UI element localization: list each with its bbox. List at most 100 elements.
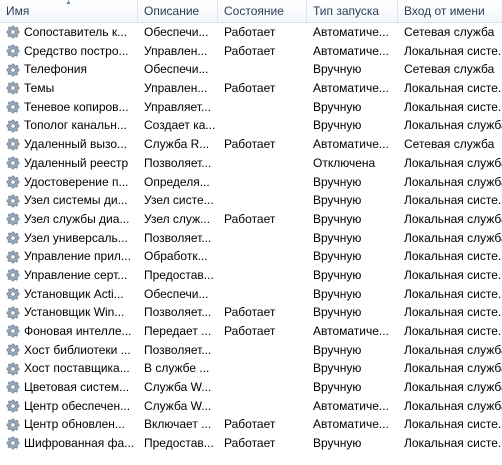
service-login-as: Локальная систе... <box>404 99 502 114</box>
service-name-cell[interactable]: Установщик Acti... <box>0 285 138 304</box>
service-state: Работает <box>224 43 276 58</box>
service-name: Узел службы диа... <box>24 211 130 226</box>
service-name-cell[interactable]: Центр обновлен... <box>0 415 138 434</box>
service-name-cell[interactable]: Средство постро... <box>0 42 138 61</box>
service-row[interactable]: Хост библиотеки ... Позволяет... Вручную Ло… <box>0 341 502 360</box>
service-row[interactable]: Управление серт... Предостав... Вручную Лок… <box>0 266 502 285</box>
service-startup-type: Вручную <box>313 436 362 451</box>
service-name-cell[interactable]: Управление прил... <box>0 247 138 266</box>
service-name-cell[interactable]: Темы <box>0 79 138 98</box>
service-description: В службе ... <box>144 361 210 376</box>
service-state: Работает <box>224 324 276 338</box>
service-name: Средство постро... <box>24 43 129 58</box>
service-name-cell[interactable]: Удостоверение п... <box>0 173 138 192</box>
service-name-cell[interactable]: Цветовая систем... <box>0 378 138 397</box>
service-login-as: Локальная систе... <box>404 249 502 264</box>
gear-service-icon <box>6 436 20 450</box>
service-name-cell[interactable]: Фоновая интелле... <box>0 322 138 341</box>
service-row[interactable]: Сопоставитель к... Обеспечи... Работает Авт… <box>0 23 502 42</box>
gear-service-icon <box>6 324 20 338</box>
service-startup-type: Автоматиче... <box>313 137 389 152</box>
gear-service-icon <box>6 212 20 226</box>
service-row[interactable]: Центр обновлен... Включает ... Работает Авт… <box>0 415 502 434</box>
service-name-cell[interactable]: Узел универсаль... <box>0 229 138 248</box>
service-row[interactable]: Хост поставщика... В службе ... Вручную Лок… <box>0 359 502 378</box>
gear-service-icon <box>6 63 20 77</box>
service-login-as: Локальная систе... <box>404 43 502 58</box>
service-row[interactable]: Телефония Обеспечи... Вручную Сетевая служб… <box>0 60 502 79</box>
gear-service-icon <box>6 362 20 376</box>
service-startup-type: Вручную <box>313 361 362 376</box>
service-name-cell[interactable]: Узел службы диа... <box>0 210 138 229</box>
service-row[interactable]: Шифрованная фа... Предостав... Работает Вру… <box>0 434 502 453</box>
service-row[interactable]: Тополог канальн... Создает ка... Вручную Ло… <box>0 116 502 135</box>
service-description: Передает ... <box>144 324 212 338</box>
service-row[interactable]: Цветовая систем... Служба W... Вручную Лока… <box>0 378 502 397</box>
service-description: Служба R... <box>144 137 210 152</box>
service-row[interactable]: Установщик Acti... Обеспечи... Вручную Лока… <box>0 285 502 304</box>
service-name-cell[interactable]: Центр обеспечен... <box>0 397 138 416</box>
service-name: Сопоставитель к... <box>24 25 128 39</box>
service-state <box>218 116 307 135</box>
service-description: Определя... <box>144 174 210 189</box>
service-row[interactable]: Центр обеспечен... Служба W... Автоматиче.… <box>0 397 502 416</box>
service-row[interactable]: Узел системы ди... Узел систе... Вручную Ло… <box>0 191 502 210</box>
service-name-cell[interactable]: Шифрованная фа... <box>0 434 138 453</box>
service-name-cell[interactable]: Удаленный вызо... <box>0 135 138 154</box>
services-list: Сопоставитель к... Обеспечи... Работает Авт… <box>0 23 502 453</box>
service-login-as: Сетевая служба <box>404 62 495 77</box>
service-row[interactable]: Узел службы диа... Узел служ... Работает Вр… <box>0 210 502 229</box>
column-header-name[interactable]: ▲ Имя <box>0 0 138 22</box>
service-row[interactable]: Узел универсаль... Позволяет... Вручную Лок… <box>0 229 502 248</box>
service-row[interactable]: Темы Управлен... Работает Автоматиче... Лока… <box>0 79 502 98</box>
service-login-as: Локальная служба <box>404 230 502 245</box>
service-row[interactable]: Установщик Win... Позволяет... Работает Вру… <box>0 303 502 322</box>
service-state <box>218 191 307 210</box>
service-login-as: Локальная служба <box>404 118 502 133</box>
service-row[interactable]: Средство постро... Управлен... Работает Авт… <box>0 42 502 61</box>
service-name-cell[interactable]: Хост поставщика... <box>0 359 138 378</box>
service-startup-type: Вручную <box>313 267 362 282</box>
service-row[interactable]: Удаленный реестр Позволяет... Отключена Лок… <box>0 154 502 173</box>
service-description: Узел служ... <box>144 211 211 226</box>
gear-service-icon <box>6 343 20 357</box>
service-state <box>218 60 307 79</box>
service-name-cell[interactable]: Хост библиотеки ... <box>0 341 138 360</box>
column-header-login-as[interactable]: Вход от имени <box>398 0 502 22</box>
service-name-cell[interactable]: Тополог канальн... <box>0 116 138 135</box>
gear-service-icon <box>6 25 20 39</box>
service-state <box>218 397 307 416</box>
column-header-name-label: Имя <box>6 4 30 18</box>
column-header-bar: ▲ Имя Описание Состояние Тип запуска Вхо… <box>0 0 502 23</box>
service-name-cell[interactable]: Узел системы ди... <box>0 191 138 210</box>
column-header-startup-type[interactable]: Тип запуска <box>307 0 398 22</box>
service-name: Хост поставщика... <box>24 361 130 376</box>
service-row[interactable]: Удаленный вызо... Служба R... Работает Авто… <box>0 135 502 154</box>
service-name-cell[interactable]: Теневое копиров... <box>0 98 138 117</box>
column-header-description[interactable]: Описание <box>138 0 218 22</box>
service-state: Работает <box>224 25 276 39</box>
service-login-as: Локальная систе... <box>404 417 502 432</box>
service-row[interactable]: Управление прил... Обработк... Вручную Лока… <box>0 247 502 266</box>
service-login-as: Локальная служба <box>404 342 502 357</box>
service-description: Предостав... <box>144 267 214 282</box>
service-row[interactable]: Фоновая интелле... Передает ... Работает Ав… <box>0 322 502 341</box>
service-name-cell[interactable]: Управление серт... <box>0 266 138 285</box>
gear-service-icon <box>6 418 20 432</box>
gear-service-icon <box>6 175 20 189</box>
service-name-cell[interactable]: Удаленный реестр <box>0 154 138 173</box>
service-name-cell[interactable]: Телефония <box>0 60 138 79</box>
column-header-state[interactable]: Состояние <box>218 0 307 22</box>
service-login-as: Локальная систе... <box>404 305 502 320</box>
service-name-cell[interactable]: Сопоставитель к... <box>0 23 138 42</box>
service-description: Управляет... <box>144 99 211 114</box>
service-state <box>218 285 307 304</box>
service-login-as: Локальная служба <box>404 155 502 170</box>
service-description: Обеспечи... <box>144 286 209 301</box>
service-row[interactable]: Теневое копиров... Управляет... Вручную Лок… <box>0 98 502 117</box>
service-row[interactable]: Удостоверение п... Определя... Вручную Лока… <box>0 173 502 192</box>
service-name-cell[interactable]: Установщик Win... <box>0 303 138 322</box>
service-description: Включает ... <box>144 417 212 432</box>
column-header-startup-type-label: Тип запуска <box>313 4 380 18</box>
service-startup-type: Вручную <box>313 62 362 77</box>
